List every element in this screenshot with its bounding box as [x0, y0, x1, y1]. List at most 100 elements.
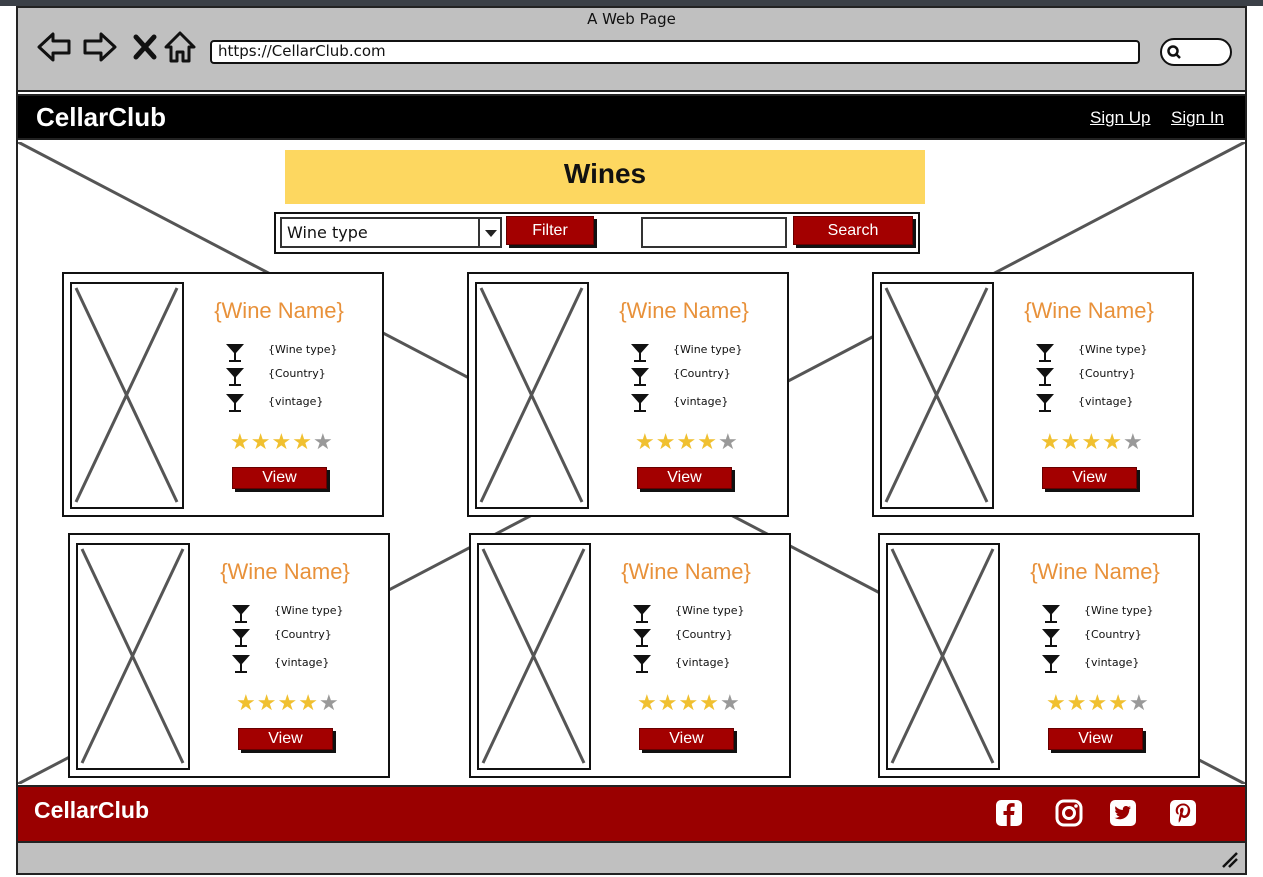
- rating-stars: ★★★★★: [1046, 691, 1150, 716]
- wine-type-select[interactable]: Wine type: [280, 217, 502, 248]
- star-filled-icon: ★: [1087, 691, 1109, 716]
- star-filled-icon: ★: [678, 691, 700, 716]
- wine-glass-icon: [631, 344, 649, 362]
- instagram-icon[interactable]: [1055, 799, 1083, 827]
- wine-glass-icon: [633, 629, 651, 647]
- view-button[interactable]: View: [238, 728, 333, 750]
- home-icon[interactable]: [162, 30, 198, 64]
- wine-glass-icon: [232, 655, 250, 673]
- star-filled-icon: ★: [676, 430, 698, 455]
- star-empty-icon: ★: [312, 430, 334, 455]
- star-filled-icon: ★: [1066, 691, 1088, 716]
- star-filled-icon: ★: [256, 691, 278, 716]
- wine-image-placeholder: [70, 282, 184, 509]
- wine-glass-icon: [1036, 344, 1054, 362]
- wine-glass-icon: [633, 655, 651, 673]
- wine-card: {Wine Name} {Wine type} {Country} {vintage}…: [878, 533, 1200, 778]
- star-empty-icon: ★: [719, 691, 741, 716]
- vintage-value: {vintage}: [268, 395, 324, 408]
- site-header: CellarClub Sign Up Sign In: [16, 94, 1247, 140]
- star-filled-icon: ★: [1060, 430, 1082, 455]
- wine-image-placeholder: [475, 282, 589, 509]
- wine-glass-icon: [631, 394, 649, 412]
- wine-name[interactable]: {Wine Name}: [579, 298, 789, 324]
- star-filled-icon: ★: [1046, 691, 1067, 716]
- twitter-icon[interactable]: [1109, 799, 1137, 827]
- wine-glass-icon: [1036, 394, 1054, 412]
- wine-type-select-value: Wine type: [287, 223, 368, 242]
- search-button[interactable]: Search: [793, 216, 913, 245]
- page-title: Wines: [285, 150, 925, 204]
- wine-image-placeholder: [477, 543, 591, 770]
- wine-name[interactable]: {Wine Name}: [180, 559, 390, 585]
- star-filled-icon: ★: [635, 430, 656, 455]
- star-filled-icon: ★: [230, 430, 251, 455]
- wine-card: {Wine Name} {Wine type} {Country} {vintage}…: [872, 272, 1194, 517]
- sign-up-link[interactable]: Sign Up: [1090, 108, 1150, 128]
- star-empty-icon: ★: [717, 430, 739, 455]
- resize-handle-icon[interactable]: [1221, 851, 1239, 869]
- view-button[interactable]: View: [232, 467, 327, 489]
- view-button[interactable]: View: [637, 467, 732, 489]
- rating-stars: ★★★★★: [230, 430, 334, 455]
- wine-image-placeholder: [886, 543, 1000, 770]
- window-title: A Web Page: [587, 10, 676, 28]
- wine-glass-icon: [1042, 605, 1060, 623]
- wine-glass-icon: [232, 605, 250, 623]
- wine-glass-icon: [1042, 655, 1060, 673]
- star-empty-icon: ★: [1122, 430, 1144, 455]
- country-value: {Country}: [268, 367, 326, 380]
- star-filled-icon: ★: [637, 691, 658, 716]
- wine-glass-icon: [1042, 629, 1060, 647]
- wine-card: {Wine Name} {Wine type} {Country} {vintage}…: [62, 272, 384, 517]
- wine-type-value: {Wine type}: [268, 343, 338, 356]
- wine-image-placeholder: [76, 543, 190, 770]
- wine-name[interactable]: {Wine Name}: [990, 559, 1200, 585]
- url-input[interactable]: https://CellarClub.com: [210, 40, 1140, 64]
- browser-toolbar: A Web Page https://CellarClub.com: [18, 8, 1245, 92]
- search-input[interactable]: [641, 217, 787, 248]
- sign-in-link[interactable]: Sign In: [1171, 108, 1224, 128]
- stop-icon[interactable]: [128, 30, 164, 64]
- wine-name[interactable]: {Wine Name}: [984, 298, 1194, 324]
- browser-status-bar: [18, 843, 1245, 873]
- wine-type-value: {Wine type}: [675, 604, 745, 617]
- country-value: {Country}: [675, 628, 733, 641]
- view-button[interactable]: View: [1048, 728, 1143, 750]
- browser-search-field[interactable]: [1160, 38, 1232, 66]
- star-filled-icon: ★: [1102, 430, 1123, 455]
- wine-name[interactable]: {Wine Name}: [581, 559, 791, 585]
- wine-glass-icon: [631, 368, 649, 386]
- country-value: {Country}: [673, 367, 731, 380]
- view-button[interactable]: View: [639, 728, 734, 750]
- forward-icon[interactable]: [82, 30, 118, 64]
- star-filled-icon: ★: [657, 691, 679, 716]
- wine-name[interactable]: {Wine Name}: [174, 298, 384, 324]
- wine-type-value: {Wine type}: [274, 604, 344, 617]
- wine-type-value: {Wine type}: [673, 343, 743, 356]
- star-filled-icon: ★: [699, 691, 720, 716]
- star-filled-icon: ★: [697, 430, 718, 455]
- view-button[interactable]: View: [1042, 467, 1137, 489]
- back-icon[interactable]: [36, 30, 72, 64]
- pinterest-icon[interactable]: [1169, 799, 1197, 827]
- facebook-icon[interactable]: [995, 799, 1023, 827]
- star-filled-icon: ★: [655, 430, 677, 455]
- wine-image-placeholder: [880, 282, 994, 509]
- vintage-value: {vintage}: [675, 656, 731, 669]
- vintage-value: {vintage}: [673, 395, 729, 408]
- wine-card: {Wine Name} {Wine type} {Country} {vintage}…: [68, 533, 390, 778]
- chevron-down-icon[interactable]: [478, 219, 500, 246]
- star-empty-icon: ★: [318, 691, 340, 716]
- rating-stars: ★★★★★: [1040, 430, 1144, 455]
- wine-glass-icon: [1036, 368, 1054, 386]
- search-icon: [1167, 45, 1181, 59]
- star-empty-icon: ★: [1128, 691, 1150, 716]
- wine-glass-icon: [226, 394, 244, 412]
- filter-bar: Wine type Filter Search: [274, 212, 920, 254]
- filter-button[interactable]: Filter: [506, 216, 594, 245]
- site-logo[interactable]: CellarClub: [36, 102, 166, 133]
- star-filled-icon: ★: [236, 691, 257, 716]
- star-filled-icon: ★: [1040, 430, 1061, 455]
- wine-glass-icon: [226, 368, 244, 386]
